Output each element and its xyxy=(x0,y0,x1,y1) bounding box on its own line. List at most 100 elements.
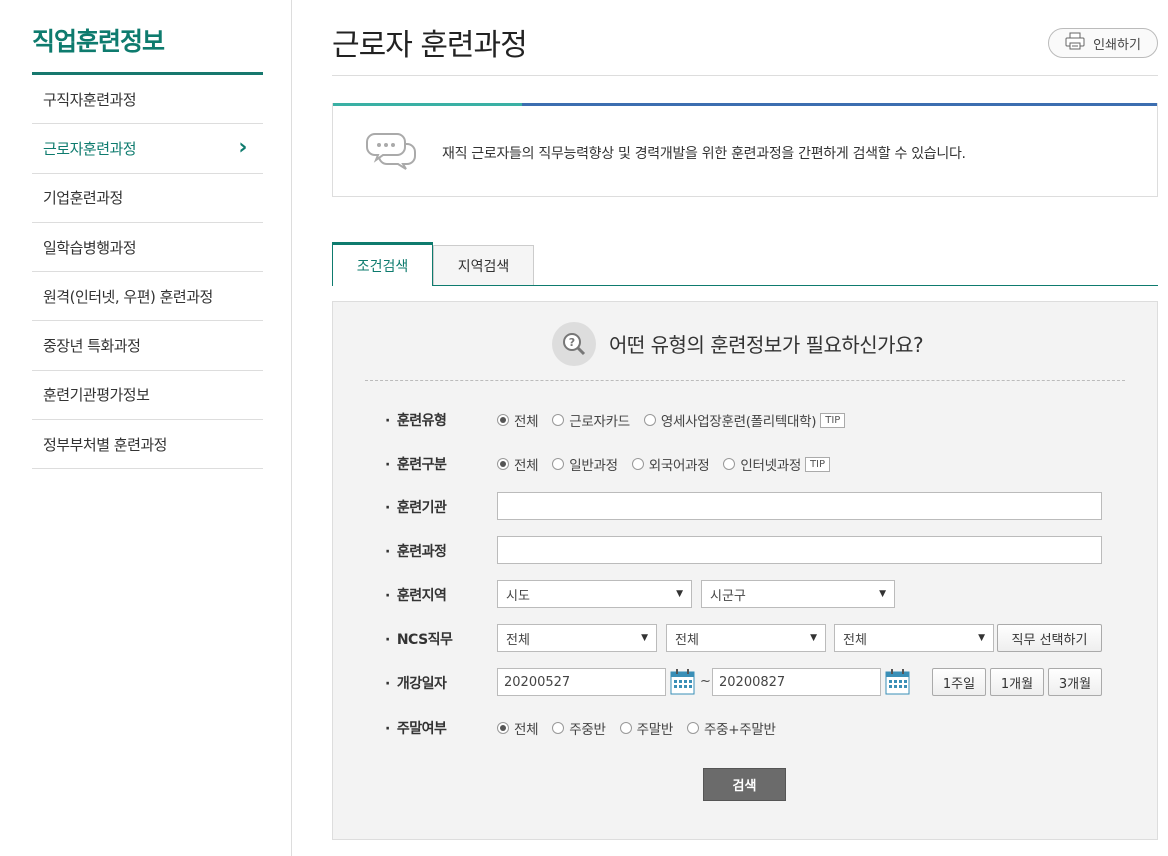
sidebar-item-label: 원격(인터넷, 우편) 훈련과정 xyxy=(43,287,213,306)
sidebar-title: 직업훈련정보 xyxy=(32,27,165,56)
tab-region-search[interactable]: 지역검색 xyxy=(433,245,534,285)
radio-icon xyxy=(631,458,644,470)
radio-label: 주중반 xyxy=(569,722,606,738)
sidebar-menu: 구직자훈련과정 근로자훈련과정 › 기업훈련과정 일학습병행과정 원격(인터넷, … xyxy=(32,75,263,470)
sidebar-item-label: 중장년 특화과정 xyxy=(43,337,141,356)
date-label: 개강일자 xyxy=(385,673,447,693)
weekend-radio-weekday[interactable]: 주중반 xyxy=(552,718,606,738)
search-question: 어떤 유형의 훈련정보가 필요하신가요? xyxy=(609,333,924,357)
sidebar-item-work-study[interactable]: 일학습병행과정 xyxy=(32,223,263,273)
radio-icon xyxy=(552,722,565,734)
training-type-radio-small-business[interactable]: 영세사업장훈련(폴리텍대학) xyxy=(643,410,817,430)
one-week-button[interactable]: 1주일 xyxy=(932,668,986,696)
training-category-radio-internet[interactable]: 인터넷과정 xyxy=(723,454,801,474)
radio-icon xyxy=(619,722,632,734)
page-title: 근로자 훈련과정 xyxy=(332,28,528,63)
weekend-radio-weekend[interactable]: 주말반 xyxy=(619,718,674,738)
radio-label: 주말반 xyxy=(636,722,674,738)
sidebar-item-government[interactable]: 정부부처별 훈련과정 xyxy=(32,420,263,470)
radio-icon xyxy=(497,414,509,426)
training-category-radios: 전체 일반과정 외국어과정 인터넷과정 TIP xyxy=(497,454,831,474)
dropdown-arrow-icon: ▼ xyxy=(978,633,985,643)
sidebar-item-label: 기업훈련과정 xyxy=(43,189,123,208)
training-category-tip-button[interactable]: TIP xyxy=(804,456,831,472)
radio-label: 인터넷과정 xyxy=(740,458,801,474)
radio-label: 외국어과정 xyxy=(648,458,710,474)
dropdown-arrow-icon: ▼ xyxy=(879,589,886,599)
sidebar-item-institution-eval[interactable]: 훈련기관평가정보 xyxy=(32,371,263,421)
sidebar-item-middle-aged[interactable]: 중장년 특화과정 xyxy=(32,321,263,371)
tab-label: 지역검색 xyxy=(457,258,510,275)
calendar-icon[interactable] xyxy=(885,669,910,699)
dropdown-arrow-icon: ▼ xyxy=(810,633,817,643)
sidebar-item-company[interactable]: 기업훈련과정 xyxy=(32,174,263,223)
training-type-label: 훈련유형 xyxy=(385,410,447,430)
training-category-label: 훈련구분 xyxy=(385,454,447,474)
dropdown-arrow-icon: ▼ xyxy=(641,633,648,643)
info-text: 재직 근로자들의 직무능력향상 및 경력개발을 위한 훈련과정을 간편하게 검색… xyxy=(442,146,966,162)
radio-label: 전체 xyxy=(514,722,539,738)
radio-icon xyxy=(687,722,699,734)
tab-condition-search[interactable]: 조건검색 xyxy=(332,242,433,286)
select-value: 전체 xyxy=(675,632,699,648)
ncs-select-1[interactable]: 전체 ▼ xyxy=(497,624,657,652)
svg-text:?: ? xyxy=(569,336,575,349)
training-type-radio-all[interactable]: 전체 xyxy=(497,410,539,430)
sidebar-item-label: 근로자훈련과정 xyxy=(43,139,137,158)
sigungu-select[interactable]: 시군구 ▼ xyxy=(701,580,895,608)
course-input[interactable] xyxy=(497,536,1102,564)
institution-input[interactable] xyxy=(497,492,1102,520)
sidebar-item-jobseeker[interactable]: 구직자훈련과정 xyxy=(32,75,263,125)
tab-underline xyxy=(332,285,1158,286)
radio-label: 영세사업장훈련(폴리텍대학) xyxy=(660,414,817,430)
region-label: 훈련지역 xyxy=(385,585,447,605)
search-question-icon: ? xyxy=(552,322,596,366)
radio-label: 일반과정 xyxy=(569,458,618,474)
sidebar-item-label: 구직자훈련과정 xyxy=(43,90,137,109)
ncs-select-job-button[interactable]: 직무 선택하기 xyxy=(997,624,1102,652)
select-value: 전체 xyxy=(506,632,530,648)
training-type-radios: 전체 근로자카드 영세사업장훈련(폴리텍대학) TIP xyxy=(497,410,846,430)
ncs-select-2[interactable]: 전체 ▼ xyxy=(666,624,826,652)
sidebar-item-worker[interactable]: 근로자훈련과정 › xyxy=(32,124,263,174)
training-category-radio-language[interactable]: 외국어과정 xyxy=(631,454,710,474)
training-category-radio-all[interactable]: 전체 xyxy=(497,454,539,474)
ncs-select-3[interactable]: 전체 ▼ xyxy=(834,624,994,652)
three-month-button[interactable]: 3개월 xyxy=(1048,668,1102,696)
start-date-input[interactable]: 20200527 xyxy=(497,668,666,696)
weekend-radios: 전체 주중반 주말반 주중+주말반 xyxy=(497,718,790,738)
institution-label: 훈련기관 xyxy=(385,497,447,517)
search-button[interactable]: 검색 xyxy=(703,768,786,801)
end-date-input[interactable]: 20200827 xyxy=(712,668,881,696)
radio-label: 전체 xyxy=(514,458,539,474)
printer-icon xyxy=(1065,32,1085,54)
radio-icon xyxy=(643,414,656,426)
training-type-tip-button[interactable]: TIP xyxy=(820,412,846,428)
ncs-label: NCS직무 xyxy=(385,629,453,649)
chat-bubble-icon xyxy=(365,130,419,174)
radio-label: 주중+주말반 xyxy=(704,722,776,738)
sido-select[interactable]: 시도 ▼ xyxy=(497,580,692,608)
radio-label: 전체 xyxy=(514,414,539,430)
weekend-label: 주말여부 xyxy=(385,718,447,738)
one-month-button[interactable]: 1개월 xyxy=(990,668,1044,696)
radio-label: 근로자카드 xyxy=(569,414,630,430)
search-panel xyxy=(332,301,1158,840)
course-label: 훈련과정 xyxy=(385,541,447,561)
radio-icon xyxy=(552,458,565,470)
weekend-radio-all[interactable]: 전체 xyxy=(497,718,539,738)
sidebar-item-remote[interactable]: 원격(인터넷, 우편) 훈련과정 xyxy=(32,272,263,322)
header-divider xyxy=(332,75,1158,76)
training-type-radio-worker-card[interactable]: 근로자카드 xyxy=(552,410,630,430)
dotted-divider xyxy=(365,380,1125,381)
chevron-right-icon: › xyxy=(238,135,247,161)
print-button[interactable]: 인쇄하기 xyxy=(1048,28,1158,58)
training-category-radio-general[interactable]: 일반과정 xyxy=(552,454,618,474)
select-value: 시군구 xyxy=(710,588,746,604)
sidebar-item-label: 훈련기관평가정보 xyxy=(43,386,150,405)
sidebar-item-label: 일학습병행과정 xyxy=(43,238,137,257)
weekend-radio-both[interactable]: 주중+주말반 xyxy=(687,718,776,738)
select-value: 전체 xyxy=(843,632,867,648)
calendar-icon[interactable] xyxy=(670,669,695,699)
radio-icon xyxy=(723,458,736,470)
